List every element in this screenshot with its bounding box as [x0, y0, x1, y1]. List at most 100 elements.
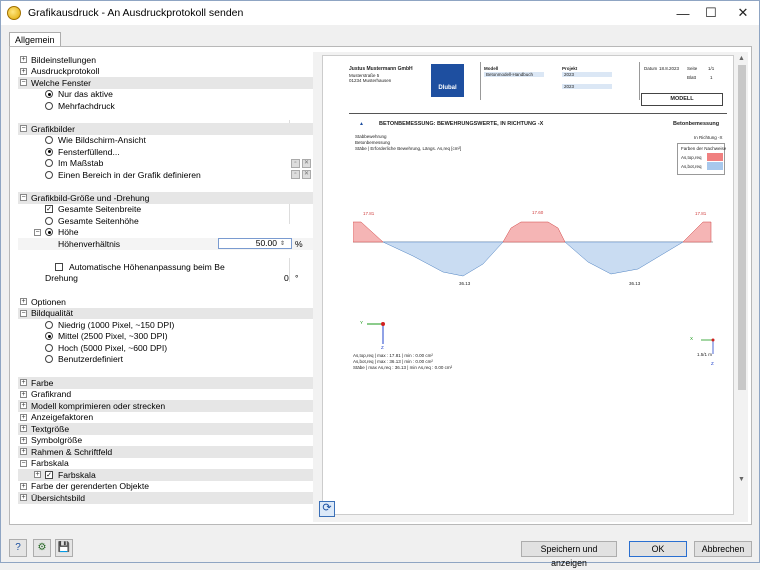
checkbox-farbskala[interactable]: ✓ — [45, 470, 53, 479]
radio-mehrfachdruck[interactable] — [45, 101, 53, 110]
expand-icon[interactable]: + — [20, 390, 27, 398]
preview-val-top-left: 17.81 — [363, 211, 375, 216]
option-fensterfuellend[interactable]: Fensterfüllend... — [18, 146, 315, 158]
node-modell-komprimieren[interactable]: + Modell komprimieren oder strecken — [18, 400, 315, 412]
expand-icon[interactable]: + — [20, 298, 27, 306]
expand-icon[interactable]: + — [20, 494, 27, 502]
tab-allgemein[interactable]: Allgemein — [9, 32, 61, 46]
radio-gesamte-seitenhoehe[interactable] — [45, 216, 53, 225]
radio-benutzerdefiniert[interactable] — [45, 355, 53, 364]
scroll-down-icon[interactable]: ▼ — [738, 476, 745, 483]
collapse-icon[interactable]: − — [20, 459, 27, 467]
option-mehrfachdruck[interactable]: Mehrfachdruck — [18, 100, 315, 112]
option-mittel[interactable]: Mittel (2500 Pixel, ~300 DPI) — [18, 331, 315, 343]
option-einen-bereich[interactable]: Einen Bereich in der Grafik definieren ▫ ✕ — [18, 169, 315, 181]
node-optionen[interactable]: + Optionen — [18, 296, 315, 308]
collapse-icon[interactable]: − — [34, 228, 41, 236]
node-welche-fenster[interactable]: − Welche Fenster — [18, 77, 315, 89]
checkbox-gesamte-seitenbreite[interactable]: ✓ — [45, 205, 53, 214]
option-im-massstab[interactable]: Im Maßstab ▫ ✕ — [18, 158, 315, 170]
preview-foot3: Stäbe | max As,req : 36.13 | min As,req … — [353, 365, 453, 370]
radio-nur-das-aktive[interactable] — [45, 90, 53, 99]
option-benutzerdefiniert[interactable]: Benutzerdefiniert — [18, 354, 315, 366]
node-groesse-drehung[interactable]: − Grafikbild-Größe und -Drehung — [18, 192, 315, 204]
option-hoehe[interactable]: − Höhe — [18, 227, 315, 239]
expand-icon[interactable]: + — [20, 482, 27, 490]
spin-icon[interactable]: ⇕ — [280, 240, 285, 247]
radio-hoehe[interactable] — [45, 228, 53, 237]
preview-legend: Farben der Nachweise As,top,req As,bot,r… — [677, 143, 726, 175]
collapse-icon[interactable]: − — [20, 309, 27, 317]
node-rahmen-schriftfeld[interactable]: + Rahmen & Schriftfeld — [18, 446, 315, 458]
save-settings-icon[interactable]: 💾 — [55, 539, 73, 557]
node-farbskala[interactable]: − Farbskala — [18, 458, 315, 470]
expand-icon[interactable]: + — [34, 471, 41, 479]
collapse-icon[interactable]: − — [20, 79, 27, 87]
node-ausdruckprotokoll[interactable]: + Ausdruckprotokoll — [18, 66, 315, 78]
expand-icon[interactable]: + — [20, 448, 27, 456]
preview-seite-label: Seite — [687, 66, 698, 71]
preview-sub2: Betonbemessung — [355, 140, 391, 145]
drehung-input[interactable]: 0 — [284, 273, 289, 283]
field-drehung: Drehung 0 ° — [45, 273, 299, 284]
preview-axis-z: Z — [381, 345, 384, 350]
preview-val-top-right: 17.81 — [695, 211, 707, 216]
radio-niedrig[interactable] — [45, 320, 53, 329]
option-nur-das-aktive[interactable]: Nur das aktive — [18, 89, 315, 101]
expand-icon[interactable]: + — [20, 56, 27, 64]
ok-button[interactable]: OK — [629, 541, 687, 557]
node-farbe-gerenderte[interactable]: + Farbe der gerenderten Objekte — [18, 481, 315, 493]
node-farbe[interactable]: + Farbe — [18, 377, 315, 389]
option-wie-bildschirm[interactable]: Wie Bildschirm-Ansicht — [18, 135, 315, 147]
node-uebersichtsbild[interactable]: + Übersichtsbild — [18, 492, 315, 504]
radio-wie-bildschirm[interactable] — [45, 136, 53, 145]
expand-icon[interactable]: + — [20, 67, 27, 75]
node-symbolgroesse[interactable]: + Symbolgröße — [18, 435, 315, 447]
scroll-up-icon[interactable]: ▲ — [738, 55, 745, 62]
node-bildeinstellungen[interactable]: + Bildeinstellungen — [18, 54, 315, 66]
dialog-window: Grafikausdruck - An Ausdruckprotokoll se… — [0, 0, 760, 568]
radio-einen-bereich[interactable] — [45, 170, 53, 179]
cancel-button[interactable]: Abbrechen — [694, 541, 752, 557]
option-gesamte-seitenbreite[interactable]: ✓ Gesamte Seitenbreite — [18, 204, 315, 216]
option-niedrig[interactable]: Niedrig (1000 Pixel, ~150 DPI) — [18, 319, 315, 331]
node-bildqualitaet[interactable]: − Bildqualität — [18, 307, 315, 320]
radio-mittel[interactable] — [45, 332, 53, 341]
node-grafikbilder[interactable]: − Grafikbilder — [18, 123, 315, 135]
collapse-icon[interactable]: − — [20, 194, 27, 202]
expand-icon[interactable]: + — [20, 402, 27, 410]
node-anzeigefaktoren[interactable]: + Anzeigefaktoren — [18, 412, 315, 424]
close-button[interactable]: ✕ — [728, 1, 758, 25]
option-hoch[interactable]: Hoch (5000 Pixel, ~600 DPI) — [18, 342, 315, 354]
radio-im-massstab[interactable] — [45, 159, 53, 168]
expand-icon[interactable]: + — [20, 425, 27, 433]
option-auto-hoehenanpassung[interactable]: Automatische Höhenanpassung beim Be — [18, 261, 315, 273]
checkbox-auto-hoehenanpassung[interactable] — [55, 262, 63, 271]
scroll-thumb[interactable] — [738, 65, 746, 390]
expand-icon[interactable]: + — [20, 379, 27, 387]
node-textgroesse[interactable]: + Textgröße — [18, 423, 315, 435]
radio-fensterfuellend[interactable] — [45, 147, 53, 156]
maximize-button[interactable]: ☐ — [696, 1, 726, 25]
preview-foot1: As,top,req | max : 17.81 | min : 0.00 cm… — [353, 353, 433, 358]
collapse-icon[interactable]: − — [20, 125, 27, 133]
option-farbskala[interactable]: + ✓ Farbskala — [18, 469, 315, 481]
clear-icon[interactable]: ✕ — [302, 170, 311, 180]
select-icon[interactable]: ▫ — [291, 158, 300, 168]
preview-scrollbar[interactable]: ▲ ▼ — [737, 55, 747, 485]
select-icon[interactable]: ▫ — [291, 170, 300, 180]
node-grafikrand[interactable]: + Grafikrand — [18, 389, 315, 401]
help-icon[interactable]: ? — [9, 539, 27, 557]
minimize-button[interactable]: — — [668, 1, 698, 25]
clear-icon[interactable]: ✕ — [302, 158, 311, 168]
preview-datum-label: Datum — [644, 66, 658, 71]
expand-icon[interactable]: + — [20, 413, 27, 421]
save-and-show-button[interactable]: Speichern und anzeigen — [521, 541, 617, 568]
refresh-icon[interactable]: ⟳ — [319, 501, 335, 517]
preview-projekt-value1: 2023 — [562, 72, 612, 77]
expand-icon[interactable]: + — [20, 436, 27, 444]
radio-hoch[interactable] — [45, 343, 53, 352]
units-icon[interactable]: ⚙ — [33, 539, 51, 557]
option-gesamte-seitenhoehe[interactable]: Gesamte Seitenhöhe — [18, 215, 315, 227]
preview-datum-value: 18.8.2023 — [659, 66, 680, 71]
